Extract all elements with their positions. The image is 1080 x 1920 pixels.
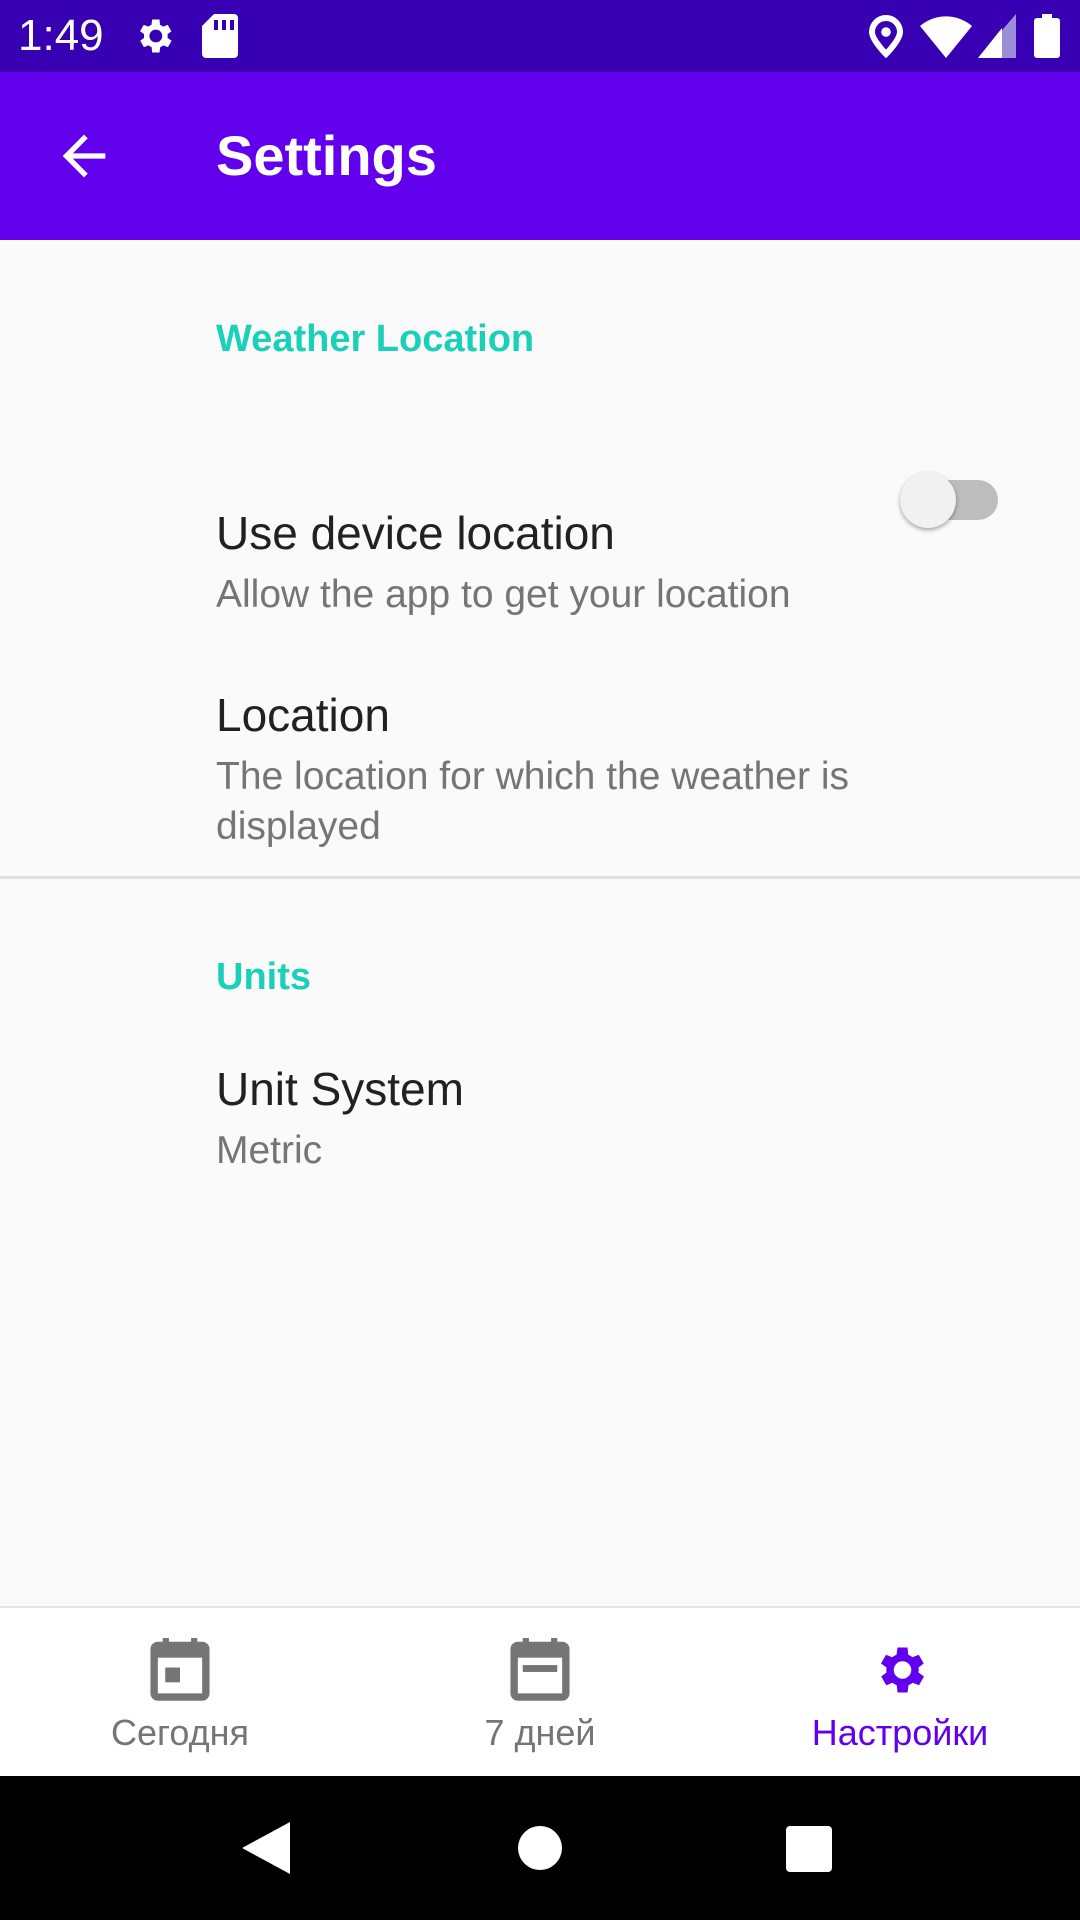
wifi-icon (920, 16, 972, 58)
nav-label-7-days: 7 дней (484, 1712, 596, 1753)
app-bar: Settings (0, 72, 1080, 240)
device-location-switch[interactable] (900, 472, 1000, 528)
pref-use-device-location-summary: Allow the app to get your location (216, 573, 791, 616)
calendar-today-icon (150, 1638, 210, 1701)
nav-label-settings: Настройки (811, 1712, 989, 1753)
section-divider (0, 876, 1080, 879)
category-units: Units (216, 956, 311, 998)
nav-item-7-days[interactable]: 7 дней (360, 1608, 720, 1778)
home-circle-icon[interactable] (518, 1826, 562, 1870)
bottom-navigation: Сегодня 7 дней Настройки (0, 1606, 1080, 1778)
status-bar: 1:49 (0, 0, 1080, 72)
calendar-week-icon (510, 1638, 570, 1701)
nav-label-today: Сегодня (111, 1712, 249, 1753)
sd-card-icon (202, 14, 238, 58)
pref-location-summary: The location for which the weather is di… (216, 755, 849, 848)
status-time: 1:49 (18, 11, 104, 60)
system-navigation-bar (0, 1776, 1080, 1920)
nav-item-today[interactable]: Сегодня (0, 1608, 360, 1778)
settings-list: Weather Location Use device location All… (0, 240, 1080, 1606)
pref-unit-system[interactable]: Unit System Metric (0, 1040, 1080, 1240)
gear-icon (140, 19, 172, 53)
page-title: Settings (216, 124, 437, 187)
back-triangle-icon[interactable] (242, 1822, 290, 1874)
location-pin-icon (868, 15, 904, 58)
pref-location[interactable]: Location The location for which the weat… (0, 640, 1080, 1100)
pref-location-title: Location (216, 689, 390, 741)
signal-icon (978, 14, 1016, 58)
nav-item-settings[interactable]: Настройки (720, 1608, 1080, 1778)
switch-thumb (900, 472, 956, 528)
pref-use-device-location-title: Use device location (216, 507, 615, 559)
pref-unit-system-title: Unit System (216, 1063, 464, 1115)
battery-icon (1034, 14, 1060, 58)
arrow-back-icon[interactable] (52, 124, 116, 188)
recents-square-icon[interactable] (786, 1826, 832, 1872)
settings-gear-icon (881, 1647, 924, 1693)
pref-unit-system-summary: Metric (216, 1129, 323, 1172)
category-weather-location: Weather Location (216, 318, 535, 360)
